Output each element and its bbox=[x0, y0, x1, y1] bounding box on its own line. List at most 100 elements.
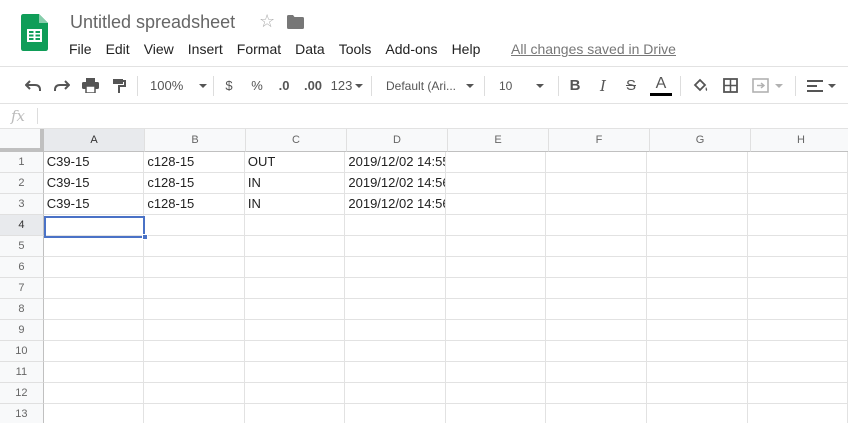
cell-b5[interactable] bbox=[144, 236, 245, 257]
cell-b1[interactable]: c128-15 bbox=[144, 152, 245, 173]
folder-icon[interactable] bbox=[287, 15, 304, 29]
cell-a1[interactable]: C39-15 bbox=[43, 152, 145, 173]
cell-e1[interactable] bbox=[445, 152, 547, 173]
cell-e9[interactable] bbox=[445, 320, 547, 341]
cell-h10[interactable] bbox=[747, 341, 848, 362]
row-header[interactable]: 10 bbox=[0, 341, 44, 362]
redo-icon[interactable] bbox=[51, 67, 73, 104]
menu-edit[interactable]: Edit bbox=[99, 40, 137, 58]
currency-button[interactable]: $ bbox=[221, 67, 237, 104]
row-header[interactable]: 3 bbox=[0, 194, 44, 215]
fill-handle[interactable] bbox=[142, 234, 148, 240]
cell-c11[interactable] bbox=[244, 362, 346, 383]
cell-c4[interactable] bbox=[244, 215, 346, 236]
cell-e6[interactable] bbox=[445, 257, 547, 278]
cell-h5[interactable] bbox=[747, 236, 848, 257]
borders-icon[interactable] bbox=[720, 67, 740, 104]
cell-g9[interactable] bbox=[646, 320, 748, 341]
cell-g13[interactable] bbox=[647, 404, 748, 423]
fill-color-icon[interactable] bbox=[690, 67, 710, 104]
menu-help[interactable]: Help bbox=[445, 40, 488, 58]
cell-e7[interactable] bbox=[445, 278, 547, 299]
cell-f2[interactable] bbox=[546, 173, 647, 194]
cell-c2[interactable]: IN bbox=[244, 173, 346, 194]
cell-b13[interactable] bbox=[144, 404, 245, 423]
cell-e5[interactable] bbox=[445, 236, 547, 257]
column-header-d[interactable]: D bbox=[347, 129, 448, 152]
cell-g7[interactable] bbox=[646, 278, 748, 299]
more-formats-button[interactable]: 123 bbox=[330, 67, 364, 104]
cell-b6[interactable] bbox=[144, 257, 245, 278]
cell-c6[interactable] bbox=[244, 257, 346, 278]
print-icon[interactable] bbox=[79, 67, 101, 104]
cell-b4[interactable] bbox=[144, 215, 245, 236]
row-header[interactable]: 12 bbox=[0, 383, 44, 404]
column-header-g[interactable]: G bbox=[650, 129, 751, 152]
cell-a12[interactable] bbox=[43, 383, 145, 404]
cell-d7[interactable] bbox=[345, 278, 446, 299]
cell-f9[interactable] bbox=[546, 320, 647, 341]
cell-b2[interactable]: c128-15 bbox=[144, 173, 245, 194]
cell-g3[interactable] bbox=[646, 194, 748, 215]
menu-format[interactable]: Format bbox=[230, 40, 288, 58]
menu-tools[interactable]: Tools bbox=[332, 40, 379, 58]
column-header-b[interactable]: B bbox=[145, 129, 246, 152]
row-header[interactable]: 13 bbox=[0, 404, 44, 423]
formula-input[interactable] bbox=[44, 106, 834, 126]
cell-e10[interactable] bbox=[445, 341, 547, 362]
cell-g6[interactable] bbox=[646, 257, 748, 278]
menu-view[interactable]: View bbox=[137, 40, 181, 58]
column-header-f[interactable]: F bbox=[549, 129, 650, 152]
paint-format-icon[interactable] bbox=[108, 67, 130, 104]
cell-b9[interactable] bbox=[144, 320, 245, 341]
cell-a3[interactable]: C39-15 bbox=[43, 194, 145, 215]
cell-a6[interactable] bbox=[43, 257, 145, 278]
cell-e8[interactable] bbox=[445, 299, 547, 320]
cell-g5[interactable] bbox=[646, 236, 748, 257]
cell-a13[interactable] bbox=[44, 404, 145, 423]
row-header[interactable]: 11 bbox=[0, 362, 44, 383]
cell-f4[interactable] bbox=[546, 215, 647, 236]
menu-file[interactable]: File bbox=[62, 40, 99, 58]
row-header[interactable]: 5 bbox=[0, 236, 44, 257]
cell-b11[interactable] bbox=[144, 362, 245, 383]
cell-f12[interactable] bbox=[546, 383, 647, 404]
increase-decimal-button[interactable]: .00 bbox=[300, 67, 326, 104]
cell-d1[interactable]: 2019/12/02 14:55 bbox=[345, 152, 446, 173]
decrease-decimal-button[interactable]: .0 bbox=[273, 67, 295, 104]
cell-h9[interactable] bbox=[747, 320, 848, 341]
strikethrough-icon[interactable]: S bbox=[622, 67, 640, 104]
cell-d13[interactable] bbox=[345, 404, 446, 423]
cell-a7[interactable] bbox=[43, 278, 145, 299]
cell-f10[interactable] bbox=[546, 341, 647, 362]
cell-d3[interactable]: 2019/12/02 14:56 bbox=[345, 194, 446, 215]
merge-cells-icon[interactable] bbox=[748, 67, 786, 104]
cell-a2[interactable]: C39-15 bbox=[43, 173, 145, 194]
font-select[interactable]: Default (Ari... bbox=[386, 67, 476, 104]
cell-e3[interactable] bbox=[445, 194, 547, 215]
row-header[interactable]: 4 bbox=[0, 215, 44, 236]
cell-c10[interactable] bbox=[244, 341, 346, 362]
cell-h8[interactable] bbox=[747, 299, 848, 320]
row-header[interactable]: 6 bbox=[0, 257, 44, 278]
cell-h13[interactable] bbox=[748, 404, 848, 423]
cell-c3[interactable]: IN bbox=[244, 194, 346, 215]
cell-h11[interactable] bbox=[747, 362, 848, 383]
cell-h12[interactable] bbox=[747, 383, 848, 404]
column-header-e[interactable]: E bbox=[448, 129, 549, 152]
cell-e12[interactable] bbox=[445, 383, 547, 404]
cell-a11[interactable] bbox=[43, 362, 145, 383]
cell-a8[interactable] bbox=[43, 299, 145, 320]
cell-c9[interactable] bbox=[244, 320, 346, 341]
cell-e13[interactable] bbox=[446, 404, 547, 423]
cell-d12[interactable] bbox=[345, 383, 446, 404]
cell-b7[interactable] bbox=[144, 278, 245, 299]
align-icon[interactable] bbox=[804, 67, 838, 104]
column-header-a[interactable]: A bbox=[44, 129, 145, 152]
cell-a9[interactable] bbox=[43, 320, 145, 341]
cell-f5[interactable] bbox=[546, 236, 647, 257]
column-header-c[interactable]: C bbox=[246, 129, 347, 152]
row-header[interactable]: 2 bbox=[0, 173, 44, 194]
cell-e4[interactable] bbox=[445, 215, 547, 236]
cell-a5[interactable] bbox=[43, 236, 145, 257]
